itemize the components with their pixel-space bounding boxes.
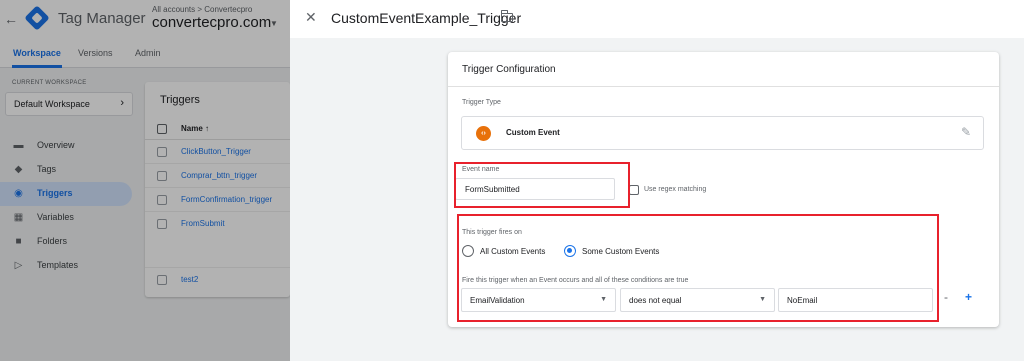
regex-matching-checkbox[interactable]: [629, 185, 639, 195]
highlight-box-event-name: [454, 162, 630, 208]
modal-scrim[interactable]: [0, 0, 290, 361]
highlight-box-fires-on: [457, 214, 939, 322]
trigger-type-selector[interactable]: ‹› Custom Event ✎: [461, 116, 984, 150]
close-icon[interactable]: ✕: [305, 9, 317, 26]
pencil-edit-icon[interactable]: ✎: [961, 125, 971, 139]
remove-condition-button[interactable]: -: [944, 290, 948, 304]
divider: [448, 86, 999, 87]
trigger-type-label: Trigger Type: [462, 99, 501, 106]
trigger-configuration-title: Trigger Configuration: [462, 64, 556, 75]
trigger-type-name: Custom Event: [506, 128, 560, 137]
trigger-editor-panel: ✕ CustomEventExample_Trigger Trigger Con…: [290, 0, 1024, 361]
trigger-name-title[interactable]: CustomEventExample_Trigger: [331, 10, 521, 26]
custom-event-icon: ‹›: [476, 126, 491, 141]
folder-icon[interactable]: [500, 10, 513, 22]
regex-matching-label[interactable]: Use regex matching: [644, 186, 706, 193]
panel-header: ✕ CustomEventExample_Trigger: [290, 0, 1024, 38]
add-condition-button[interactable]: +: [965, 290, 972, 304]
